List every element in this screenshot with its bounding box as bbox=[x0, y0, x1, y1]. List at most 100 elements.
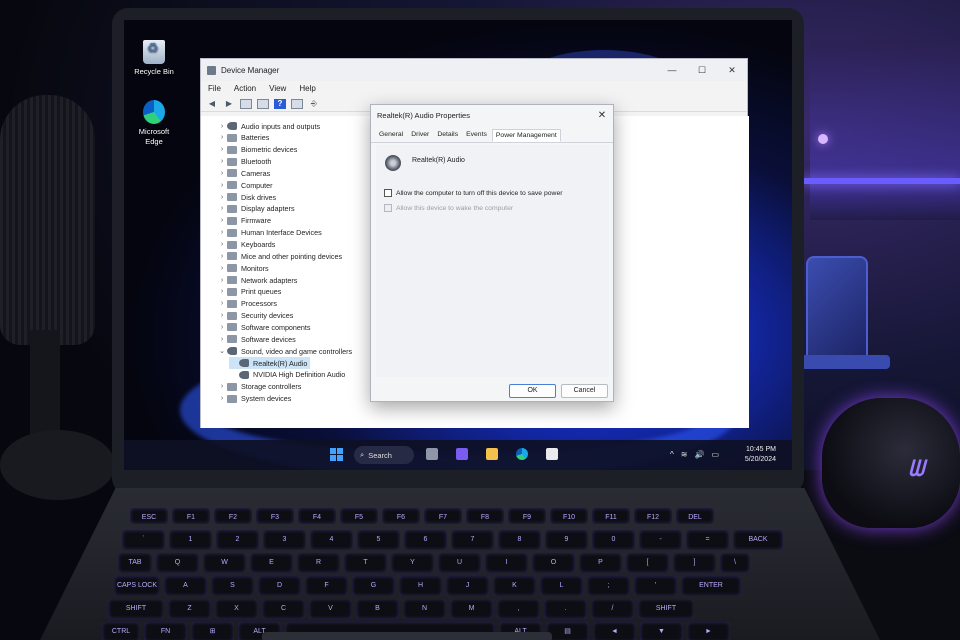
keyboard-key[interactable]: 6 bbox=[404, 530, 447, 550]
tree-item[interactable]: › Bluetooth bbox=[217, 156, 274, 168]
tab-general[interactable]: General bbox=[376, 129, 406, 142]
keyboard-key[interactable]: W bbox=[203, 553, 246, 573]
file-explorer-icon[interactable] bbox=[486, 448, 498, 460]
menu-file[interactable]: File bbox=[208, 84, 221, 93]
task-view-icon[interactable] bbox=[426, 448, 438, 460]
tree-item[interactable]: › Mice and other pointing devices bbox=[217, 250, 345, 262]
keyboard-key[interactable]: SHIFT bbox=[638, 599, 694, 619]
keyboard-key[interactable]: ENTER bbox=[681, 576, 741, 596]
tree-item[interactable]: › Security devices bbox=[217, 310, 296, 322]
properties-grid-icon[interactable] bbox=[240, 98, 252, 109]
tree-item[interactable]: › Monitors bbox=[217, 262, 272, 274]
maximize-button[interactable]: ☐ bbox=[687, 65, 717, 76]
keyboard-key[interactable]: BACK bbox=[733, 530, 783, 550]
keyboard-key[interactable]: . bbox=[544, 599, 587, 619]
keyboard-key[interactable]: R bbox=[297, 553, 340, 573]
expand-chevron-icon[interactable]: › bbox=[217, 395, 227, 402]
keyboard-key[interactable]: - bbox=[639, 530, 682, 550]
expand-chevron-icon[interactable]: › bbox=[217, 265, 227, 272]
tree-item[interactable]: › Batteries bbox=[217, 132, 272, 144]
dialog-close-icon[interactable]: ✕ bbox=[591, 110, 613, 121]
keyboard-key[interactable]: F5 bbox=[340, 508, 378, 524]
tree-item[interactable]: › Storage controllers bbox=[217, 381, 304, 393]
expand-chevron-icon[interactable]: › bbox=[217, 229, 227, 236]
tree-item[interactable]: › Disk drives bbox=[217, 191, 279, 203]
close-button[interactable]: ✕ bbox=[717, 65, 747, 76]
keyboard-key[interactable]: ' bbox=[634, 576, 677, 596]
expand-chevron-icon[interactable]: › bbox=[217, 288, 227, 295]
keyboard-key[interactable]: V bbox=[309, 599, 352, 619]
keyboard-key[interactable]: F11 bbox=[592, 508, 630, 524]
edge-taskbar-icon[interactable] bbox=[516, 448, 528, 460]
keyboard-key[interactable]: N bbox=[403, 599, 446, 619]
tree-item[interactable]: › Keyboards bbox=[217, 239, 278, 251]
keyboard-key[interactable]: 5 bbox=[357, 530, 400, 550]
keyboard-key[interactable]: 1 bbox=[169, 530, 212, 550]
keyboard-key[interactable]: 9 bbox=[545, 530, 588, 550]
keyboard-key[interactable]: CTRL bbox=[102, 622, 140, 640]
taskbar-search[interactable]: ⌕ Search bbox=[354, 446, 414, 464]
allow-power-off-checkbox[interactable] bbox=[384, 189, 392, 197]
keyboard-key[interactable]: E bbox=[250, 553, 293, 573]
keyboard-key[interactable]: ; bbox=[587, 576, 630, 596]
keyboard-key[interactable]: ▼ bbox=[640, 622, 683, 640]
menu-view[interactable]: View bbox=[269, 84, 286, 93]
expand-chevron-icon[interactable]: › bbox=[217, 253, 227, 260]
expand-chevron-icon[interactable]: › bbox=[217, 123, 227, 130]
keyboard-key[interactable]: F8 bbox=[466, 508, 504, 524]
tree-item[interactable]: › Processors bbox=[217, 298, 280, 310]
keyboard-key[interactable]: D bbox=[258, 576, 301, 596]
widgets-icon[interactable] bbox=[456, 448, 468, 460]
desktop-icon-edge[interactable]: Microsoft Edge bbox=[126, 100, 182, 147]
keyboard-key[interactable]: K bbox=[493, 576, 536, 596]
keyboard-key[interactable]: = bbox=[686, 530, 729, 550]
view-toggle-icon[interactable] bbox=[291, 98, 303, 109]
volume-icon[interactable]: 🔊 bbox=[694, 450, 704, 459]
keyboard-key[interactable]: 4 bbox=[310, 530, 353, 550]
expand-chevron-icon[interactable]: › bbox=[217, 277, 227, 284]
keyboard-key[interactable]: F4 bbox=[298, 508, 336, 524]
keyboard-key[interactable]: S bbox=[211, 576, 254, 596]
expand-chevron-icon[interactable]: › bbox=[217, 324, 227, 331]
dialog-titlebar[interactable]: Realtek(R) Audio Properties ✕ bbox=[371, 105, 613, 125]
trackpad[interactable] bbox=[262, 632, 552, 640]
keyboard-key[interactable]: F3 bbox=[256, 508, 294, 524]
keyboard-key[interactable]: H bbox=[399, 576, 442, 596]
keyboard-key[interactable]: 8 bbox=[498, 530, 541, 550]
keyboard-key[interactable]: , bbox=[497, 599, 540, 619]
keyboard-key[interactable]: F9 bbox=[508, 508, 546, 524]
tab-driver[interactable]: Driver bbox=[408, 129, 432, 142]
battery-icon[interactable]: ▭ bbox=[711, 450, 719, 459]
keyboard-key[interactable]: FN bbox=[144, 622, 187, 640]
keyboard-key[interactable]: 2 bbox=[216, 530, 259, 550]
start-button[interactable] bbox=[330, 448, 343, 461]
keyboard-key[interactable]: F2 bbox=[214, 508, 252, 524]
keyboard-key[interactable]: F12 bbox=[634, 508, 672, 524]
tree-item[interactable]: › Computer bbox=[217, 179, 276, 191]
keyboard-key[interactable]: Z bbox=[168, 599, 211, 619]
expand-chevron-icon[interactable]: › bbox=[217, 241, 227, 248]
expand-chevron-icon[interactable]: › bbox=[217, 300, 227, 307]
forward-arrow-icon[interactable]: ▶ bbox=[223, 99, 235, 109]
keyboard-key[interactable]: L bbox=[540, 576, 583, 596]
expand-chevron-icon[interactable]: › bbox=[217, 217, 227, 224]
keyboard-key[interactable]: \ bbox=[720, 553, 750, 573]
keyboard-key[interactable]: I bbox=[485, 553, 528, 573]
tab-power-management[interactable]: Power Management bbox=[491, 129, 561, 142]
menu-action[interactable]: Action bbox=[234, 84, 256, 93]
tree-item[interactable]: › Cameras bbox=[217, 167, 273, 179]
menu-help[interactable]: Help bbox=[299, 84, 315, 93]
taskbar-clock[interactable]: 10:45 PM 5/20/2024 bbox=[736, 445, 776, 465]
store-icon[interactable] bbox=[546, 448, 558, 460]
keyboard-key[interactable]: 7 bbox=[451, 530, 494, 550]
keyboard-key[interactable]: F1 bbox=[172, 508, 210, 524]
tree-item[interactable]: › Software devices bbox=[217, 333, 299, 345]
wifi-icon[interactable]: ≋ bbox=[681, 450, 688, 459]
keyboard-key[interactable]: M bbox=[450, 599, 493, 619]
keyboard-key[interactable]: O bbox=[532, 553, 575, 573]
cancel-button[interactable]: Cancel bbox=[561, 384, 608, 398]
tree-item[interactable]: › Audio inputs and outputs bbox=[217, 120, 323, 132]
ok-button[interactable]: OK bbox=[509, 384, 556, 398]
keyboard-key[interactable]: ◄ bbox=[593, 622, 636, 640]
keyboard-key[interactable]: Y bbox=[391, 553, 434, 573]
